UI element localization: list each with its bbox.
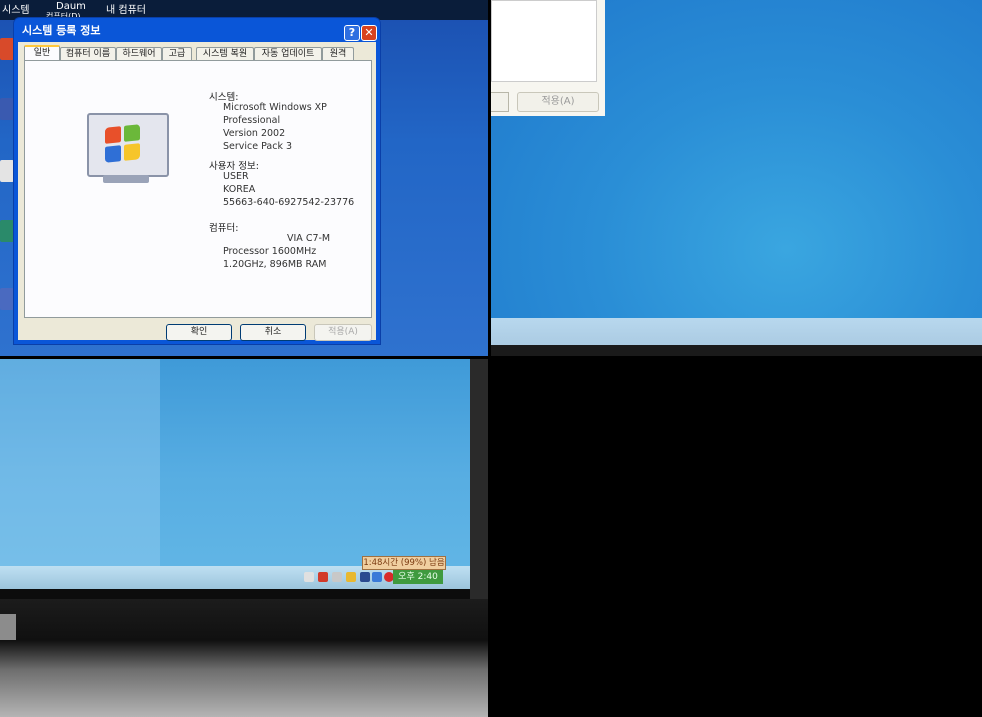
dialog-remnant: 적용(A) xyxy=(491,0,605,116)
cpu-model: VIA C7-M xyxy=(287,233,331,244)
desktop-icon-label[interactable]: 시스템 xyxy=(2,1,30,16)
product-id: 55663-640-6927542-23776 xyxy=(223,197,355,208)
os-service-pack: Service Pack 3 xyxy=(223,141,293,152)
battery-icon[interactable] xyxy=(360,572,370,582)
dialog-remnant-content xyxy=(491,0,597,82)
desktop-shortcut-icon[interactable] xyxy=(0,98,14,120)
cpu-speed: Processor 1600MHz xyxy=(223,246,317,257)
close-button[interactable]: ✕ xyxy=(361,25,377,41)
desktop-shortcut-icon[interactable] xyxy=(0,288,14,310)
general-tab-page: 시스템: Microsoft Windows XP Professional V… xyxy=(24,60,372,318)
system-heading: 시스템: xyxy=(209,92,239,103)
desktop-icon-label[interactable]: 내 컴퓨터 xyxy=(106,1,146,16)
screen-bezel xyxy=(470,359,488,599)
tray-app-icon[interactable] xyxy=(304,572,314,582)
os-version: Version 2002 xyxy=(223,128,286,139)
desktop-panel-dialog: 시스템 Daum 컴퓨터(D) 내 컴퓨터 시스템 등록 정보 ? ✕ 일반 컴… xyxy=(0,0,488,356)
desktop-shortcut-icon[interactable] xyxy=(0,38,14,60)
apply-button[interactable]: 적용(A) xyxy=(314,324,372,341)
system-properties-dialog: 시스템 등록 정보 ? ✕ 일반 컴퓨터 이름 하드웨어 고급 시스템 복원 자… xyxy=(14,18,380,344)
network-icon[interactable] xyxy=(332,572,342,582)
dialog-body: 일반 컴퓨터 이름 하드웨어 고급 시스템 복원 자동 업데이트 원격 시스템:… xyxy=(18,42,376,341)
desktop-panel-empty: 적용(A) xyxy=(491,0,982,356)
computer-heading: 컴퓨터: xyxy=(209,223,239,234)
desktop-shortcut-icon[interactable] xyxy=(0,220,14,242)
monitor-stand xyxy=(103,175,149,183)
screen-bezel xyxy=(491,345,982,356)
dialog-title: 시스템 등록 정보 xyxy=(22,24,101,37)
os-name: Microsoft Windows XP xyxy=(223,102,327,113)
desktop-panel-taskbar: 1:48시간 (99%) 남음 오후 2:40 xyxy=(0,359,488,717)
cancel-button-partial[interactable] xyxy=(491,92,509,112)
laptop-chassis xyxy=(0,599,488,717)
tray-app-icon[interactable] xyxy=(318,572,328,582)
windows-logo-monitor-icon xyxy=(87,113,169,177)
screen-glare xyxy=(0,359,160,589)
cancel-button[interactable]: 취소 xyxy=(240,324,306,341)
tray-app-icon[interactable] xyxy=(346,572,356,582)
tab-hardware[interactable]: 하드웨어 xyxy=(116,47,162,61)
tab-remote[interactable]: 원격 xyxy=(322,47,354,61)
apply-button[interactable]: 적용(A) xyxy=(517,92,599,112)
user-info-heading: 사용자 정보: xyxy=(209,161,259,172)
help-button[interactable]: ? xyxy=(344,25,360,41)
desktop-background xyxy=(0,359,470,589)
os-edition: Professional xyxy=(223,115,281,126)
registered-user: USER xyxy=(223,171,249,182)
bluetooth-icon[interactable] xyxy=(372,572,382,582)
battery-status-tooltip: 1:48시간 (99%) 남음 xyxy=(362,556,446,570)
registered-org: KOREA xyxy=(223,184,256,195)
desktop-shortcut-icon[interactable] xyxy=(0,160,14,182)
ok-button[interactable]: 확인 xyxy=(166,324,232,341)
tab-system-restore[interactable]: 시스템 복원 xyxy=(196,47,254,61)
ram-info: 1.20GHz, 896MB RAM xyxy=(223,259,327,270)
tray-clock[interactable]: 오후 2:40 xyxy=(393,570,443,584)
tab-advanced[interactable]: 고급 xyxy=(162,47,192,61)
tab-computer-name[interactable]: 컴퓨터 이름 xyxy=(60,47,116,61)
laptop-hinge xyxy=(0,614,16,640)
tab-automatic-updates[interactable]: 자동 업데이트 xyxy=(254,47,322,61)
